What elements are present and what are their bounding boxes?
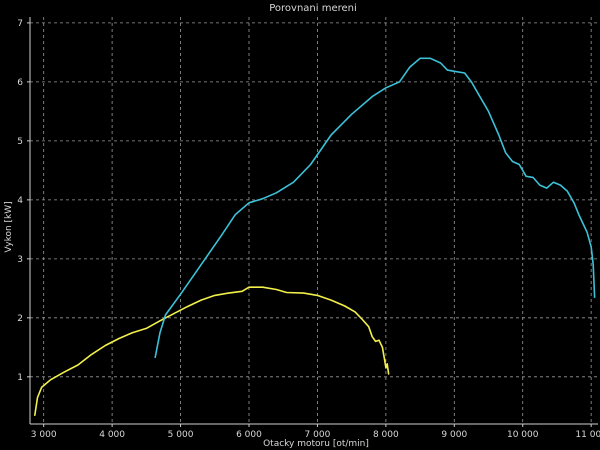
y-tick-label: 3 — [17, 255, 23, 265]
y-tick-label: 5 — [17, 137, 23, 147]
y-tick-label: 2 — [17, 314, 23, 324]
y-tick-label: 6 — [17, 78, 23, 88]
x-tick-label: 4 000 — [99, 430, 125, 440]
y-tick-label: 7 — [17, 19, 23, 29]
y-tick-label: 1 — [17, 373, 23, 383]
x-tick-label: 11 000 — [575, 430, 600, 440]
x-tick-label: 3 000 — [31, 430, 57, 440]
x-tick-label: 6 000 — [236, 430, 262, 440]
chart: Porovnani mereni 3 000 4 000 5 000 6 000 7 0… — [0, 0, 600, 450]
chart-title: Porovnani mereni — [269, 3, 357, 14]
chart-background — [0, 0, 600, 450]
y-tick-label: 4 — [17, 196, 23, 206]
y-axis-label: Vykon [kW] — [4, 201, 14, 252]
x-tick-label: 8 000 — [373, 430, 399, 440]
x-tick-label: 10 000 — [507, 430, 539, 440]
x-tick-label: 5 000 — [168, 430, 194, 440]
x-axis-label: Otacky motoru [ot/min] — [263, 439, 369, 449]
x-tick-label: 9 000 — [441, 430, 467, 440]
